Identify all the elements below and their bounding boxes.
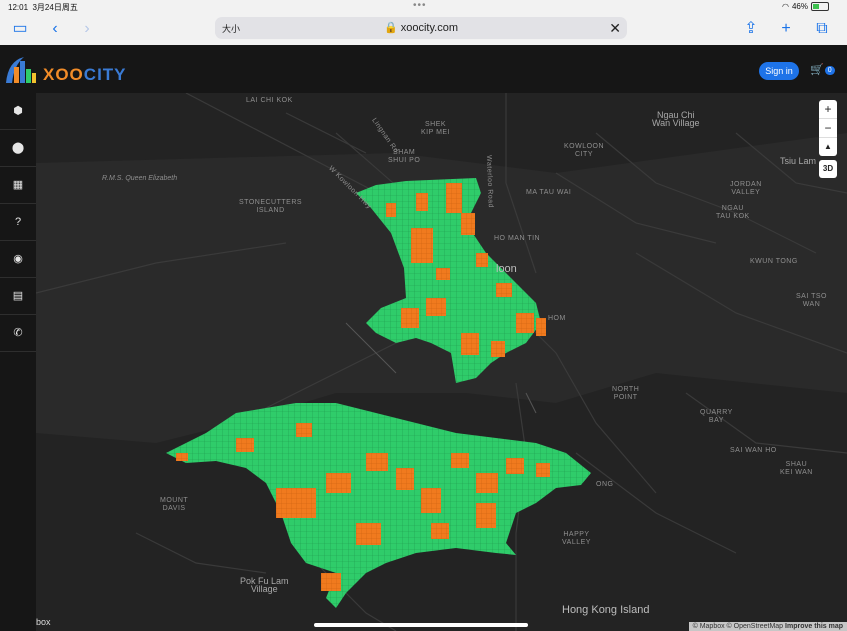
browser-toolbar: ▭ ‹ › 大小 🔒 xoocity.com ✕ ⇪ + ⧉ xyxy=(0,14,847,46)
map-label: R.M.S. Queen Elizabeth xyxy=(102,175,178,182)
zoom-in-button[interactable]: + xyxy=(819,100,837,119)
sidebar-icon[interactable]: ▭ xyxy=(9,18,31,40)
map-label: NGAU TAU KOK xyxy=(716,205,750,220)
tabs-icon[interactable]: ⧉ xyxy=(811,18,833,40)
map-view[interactable]: LAI CHI KOK SHEK KIP MEI SHAM SHUI PO KO… xyxy=(36,93,847,631)
map-label: KOWLOON CITY xyxy=(564,143,605,158)
map-label: HO MAN TIN xyxy=(494,235,541,242)
map-label: KWUN TONG xyxy=(750,258,798,265)
map-label: SAI WAN HO xyxy=(730,447,777,454)
map-label: LAI CHI KOK xyxy=(246,97,293,104)
map-label: MA TAU WAI xyxy=(526,189,572,196)
map-label: JORDAN VALLEY xyxy=(730,181,762,196)
brand-name[interactable]: XOOCITY xyxy=(43,65,127,85)
map-label: NORTH POINT xyxy=(612,386,640,401)
map-label-kowloon: loon xyxy=(496,263,517,275)
map-label: SHEK KIP MEI xyxy=(421,121,451,136)
hk-island-developed-area[interactable] xyxy=(166,403,591,608)
nav-phone-icon[interactable]: ✆ xyxy=(0,315,36,352)
map-label: SHAU KEI WAN xyxy=(780,461,813,476)
url-text: 🔒 xoocity.com xyxy=(383,22,459,34)
nav-cart-icon[interactable]: ▦ xyxy=(0,167,36,204)
map-label: SAI TSO WAN xyxy=(796,293,827,308)
side-nav: ⬢ ⬤ ▦ ? ◉ ▤ ✆ xyxy=(0,93,36,631)
cart-icon: 🛒 xyxy=(810,64,824,76)
battery-percent: 46% xyxy=(791,2,808,11)
back-icon[interactable]: ‹ xyxy=(44,18,66,40)
sign-in-button[interactable]: Sign in xyxy=(759,62,799,80)
share-icon[interactable]: ⇪ xyxy=(740,18,762,40)
nav-cube-icon[interactable]: ⬢ xyxy=(0,93,36,130)
nav-rss-icon[interactable]: ◉ xyxy=(0,241,36,278)
plus-icon[interactable]: + xyxy=(775,18,797,40)
wifi-icon: ◠ xyxy=(782,2,789,11)
clear-url-icon[interactable]: ✕ xyxy=(609,20,621,37)
attribution-text[interactable]: © Mapbox © OpenStreetMap xyxy=(693,623,783,630)
cart-count-badge: 0 xyxy=(824,65,835,75)
map-label: Ngau Chi Wan Village xyxy=(652,110,700,128)
mapbox-logo[interactable]: box xyxy=(36,617,51,627)
site-header: XOOCITY Sign in 🛒 0 xyxy=(0,45,847,93)
map-label: HAPPY VALLEY xyxy=(562,531,591,546)
map-attribution: © Mapbox © OpenStreetMap Improve this ma… xyxy=(688,622,847,631)
home-indicator[interactable] xyxy=(314,623,528,627)
forward-icon[interactable]: › xyxy=(76,18,98,40)
nav-book-icon[interactable]: ▤ xyxy=(0,278,36,315)
multitask-dots-icon[interactable]: ••• xyxy=(413,0,427,11)
address-bar[interactable]: 大小 🔒 xoocity.com ✕ xyxy=(215,17,627,39)
map-label: Hong Kong Island xyxy=(562,604,650,616)
map-label: Tsiu Lam xyxy=(780,156,817,166)
nav-help-icon[interactable]: ? xyxy=(0,204,36,241)
map-label: STONECUTTERS ISLAND xyxy=(239,199,303,214)
lock-icon: 🔒 xyxy=(383,22,398,34)
map-canvas[interactable] xyxy=(36,93,847,631)
map-label: QUARRY BAY xyxy=(700,409,733,424)
xoocity-logo-icon[interactable] xyxy=(4,53,40,85)
map-label: ONG xyxy=(596,481,614,488)
zoom-out-button[interactable]: − xyxy=(819,119,837,138)
map-label: HOM xyxy=(548,315,566,322)
improve-map-link[interactable]: Improve this map xyxy=(785,623,843,630)
map-label: MOUNT DAVIS xyxy=(160,497,189,512)
nav-map-pin-icon[interactable]: ⬤ xyxy=(0,130,36,167)
map-controls: + − ▲ xyxy=(819,100,837,156)
cart-button[interactable]: 🛒 0 xyxy=(810,63,835,76)
map-label: Pok Fu Lam Village xyxy=(240,576,289,594)
status-bar: 12:01 3月24日周五 ••• ◠ 46% xyxy=(0,0,847,14)
status-right: ◠ 46% xyxy=(782,2,829,11)
battery-icon xyxy=(811,2,829,11)
status-time: 12:01 3月24日周五 xyxy=(8,3,78,12)
three-d-button[interactable]: 3D xyxy=(819,160,837,178)
compass-icon[interactable]: ▲ xyxy=(819,138,837,156)
